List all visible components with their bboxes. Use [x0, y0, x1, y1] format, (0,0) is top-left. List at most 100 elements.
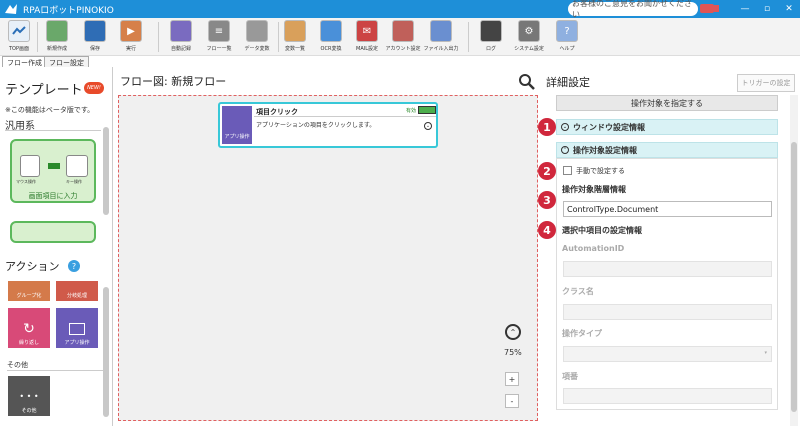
section-title: 操作対象設定情報: [573, 145, 637, 155]
file-io-button[interactable]: ファイル入出力: [423, 20, 459, 54]
maximize-button[interactable]: ▫: [756, 0, 778, 18]
action-app-operation[interactable]: アプリ操作: [56, 308, 98, 348]
toolbar-label: 保存: [89, 46, 100, 52]
marker-4: 4: [538, 221, 556, 239]
toolbar-label: 新規作成: [46, 46, 67, 52]
new-file-button[interactable]: 新規作成: [40, 20, 74, 54]
flow-node-item-click[interactable]: アプリ操作 項目クリック 有効 アプリケーションの項目をクリックします。 ⌄: [218, 102, 438, 148]
help-icon: ?: [556, 20, 578, 42]
right-scrollbar-thumb[interactable]: [791, 142, 797, 412]
main-toolbar: TOP画面 新規作成 保存 ▶ 実行 自動記録 ≡ フロー一覧 データ変数 変数…: [0, 18, 800, 56]
action-group[interactable]: グループ化: [8, 281, 50, 301]
template-card-input[interactable]: マウス操作 キー操作 画面項目に入力: [10, 139, 96, 203]
toolbar-label: データ変数: [244, 46, 270, 52]
action-loop[interactable]: ↻ 繰り返し: [8, 308, 50, 348]
file-io-icon: [430, 20, 452, 42]
template-scrollbar[interactable]: [103, 127, 109, 215]
chevron-up-icon: ⌃: [561, 146, 569, 154]
help-icon[interactable]: ?: [68, 260, 80, 272]
action-label: 繰り返し: [18, 340, 39, 346]
action-branch[interactable]: 分岐処理: [56, 281, 98, 301]
node-description: アプリケーションの項目をクリックします。: [256, 122, 376, 129]
loop-icon: ↻: [23, 321, 35, 337]
data-variable-icon: [246, 20, 268, 42]
trigger-settings-button[interactable]: トリガーの設定: [737, 74, 795, 92]
action-scrollbar[interactable]: [103, 287, 109, 417]
manual-setting-label: 手動で設定する: [576, 167, 625, 175]
detail-settings-title: 詳細設定: [546, 76, 590, 89]
tab-flow-create[interactable]: フロー作成: [2, 56, 47, 67]
new-file-icon: [46, 20, 68, 42]
specify-target-button[interactable]: 操作対象を指定する: [556, 95, 778, 111]
account-settings-button[interactable]: アカウント設定: [386, 20, 421, 54]
action-title: アクション: [5, 260, 60, 273]
toolbar-label: 変数一覧: [284, 46, 305, 52]
system-settings-button[interactable]: ⚙ システム設定: [512, 20, 546, 54]
home-icon: [8, 20, 30, 42]
close-button[interactable]: ✕: [778, 0, 800, 18]
log-button[interactable]: ログ: [474, 20, 508, 54]
run-button[interactable]: ▶ 実行: [114, 20, 148, 54]
help-button[interactable]: ? ヘルプ: [550, 20, 584, 54]
toolbar-label: ファイル入出力: [423, 46, 459, 52]
record-icon: [170, 20, 192, 42]
class-name-input[interactable]: [563, 304, 772, 320]
toolbar-label: 自動記録: [170, 46, 191, 52]
app-operation-icon: アプリ操作: [222, 106, 252, 144]
auto-record-button[interactable]: 自動記録: [164, 20, 198, 54]
marker-2: 2: [538, 162, 556, 180]
top-screen-button[interactable]: TOP画面: [2, 20, 36, 54]
toolbar-label: MAIL設定: [356, 46, 378, 52]
mouse-icon: [20, 155, 40, 177]
zoom-in-button[interactable]: +: [505, 372, 519, 386]
toolbar-label: TOP画面: [8, 46, 29, 52]
variable-list-button[interactable]: 変数一覧: [278, 20, 312, 54]
action-other[interactable]: • • • その他: [8, 376, 50, 416]
item-number-input[interactable]: [563, 388, 772, 404]
toolbar-divider: [468, 22, 469, 52]
thumbs-down-icon[interactable]: [698, 2, 722, 16]
mail-settings-button[interactable]: ✉ MAIL設定: [350, 20, 384, 54]
template-card[interactable]: [10, 221, 96, 243]
other-category-label: その他: [7, 361, 28, 369]
ocr-button[interactable]: OCR変換: [314, 20, 348, 54]
window-settings-header[interactable]: ⌄ ウィンドウ設定情報: [556, 119, 778, 135]
divider: [254, 116, 436, 117]
beta-note: ※この機能はベータ版です。: [5, 106, 95, 114]
flow-list-icon: ≡: [208, 20, 230, 42]
feedback-link[interactable]: お客様のご意見をお聞かせください: [568, 0, 698, 19]
zoom-out-button[interactable]: -: [505, 394, 519, 408]
flow-list-button[interactable]: ≡ フロー一覧: [202, 20, 236, 54]
node-enabled-label: 有効: [406, 108, 417, 114]
scroll-up-icon[interactable]: ⌃: [505, 324, 521, 340]
divider: [5, 130, 101, 131]
tab-flow-settings[interactable]: フロー設定: [44, 56, 89, 67]
toolbar-label: OCR変換: [320, 46, 342, 52]
node-expand-icon[interactable]: ⌄: [424, 122, 432, 130]
minimize-button[interactable]: —: [734, 0, 756, 18]
target-settings-header[interactable]: ⌃ 操作対象設定情報: [556, 142, 778, 158]
automation-id-label: AutomationID: [562, 244, 625, 253]
left-panel: テンプレート NEW! ※この機能はベータ版です。 汎用系 マウス操作 キー操作…: [0, 67, 113, 426]
operation-type-select[interactable]: ▾: [563, 346, 772, 362]
node-enabled-toggle[interactable]: [418, 106, 436, 114]
app-operation-icon: [69, 323, 85, 335]
keyboard-icon: [66, 155, 88, 177]
action-label: アプリ操作: [64, 340, 90, 346]
hierarchy-value: ControlType.Document: [567, 204, 659, 214]
mail-icon: ✉: [356, 20, 378, 42]
selected-item-label: 選択中項目の設定情報: [562, 226, 642, 235]
automation-id-input[interactable]: [563, 261, 772, 277]
template-card-name: 画面項目に入力: [28, 192, 78, 200]
tab-bar: フロー作成 フロー設定: [0, 56, 800, 67]
save-button[interactable]: 保存: [78, 20, 112, 54]
data-variable-button[interactable]: データ変数: [240, 20, 274, 54]
search-icon[interactable]: [518, 73, 536, 91]
hierarchy-input[interactable]: ControlType.Document: [563, 201, 772, 217]
manual-setting-checkbox[interactable]: [563, 166, 572, 175]
node-icon-label: アプリ操作: [224, 134, 250, 140]
action-label: グループ化: [16, 293, 42, 299]
new-badge: NEW!: [84, 82, 104, 94]
zoom-level: 75%: [504, 348, 522, 357]
account-icon: [392, 20, 414, 42]
